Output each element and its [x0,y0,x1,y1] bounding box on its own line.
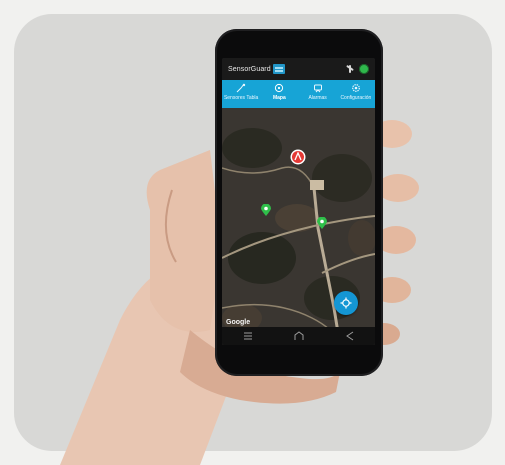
phone-screen: SensorGuard Sensores Tabla Mapa Alarmas … [222,58,375,345]
tab-label: Mapa [272,95,286,101]
antenna-icon [345,64,355,74]
tab-settings[interactable]: Configuración [337,80,375,108]
tab-label: Sensores Tabla [223,95,259,101]
sensor-marker[interactable] [317,217,327,230]
tab-bar: Sensores Tabla Mapa Alarmas Configuració… [222,80,375,108]
alarm-icon [313,84,322,93]
map-attribution: Google [226,319,251,326]
back-icon[interactable] [344,330,356,342]
tab-map[interactable]: Mapa [260,80,298,108]
settings-icon [351,84,360,92]
brand-name: SensorGuard [228,65,271,73]
home-icon[interactable] [293,330,305,342]
my-location-button[interactable] [334,291,358,315]
tab-label: Configuración [340,95,372,101]
sensor-marker[interactable] [261,204,271,217]
photo-stage: SensorGuard Sensores Tabla Mapa Alarmas … [0,0,505,465]
tab-sensors-table[interactable]: Sensores Tabla [222,80,260,108]
connection-status-icon[interactable] [359,64,369,74]
alert-marker[interactable] [290,149,306,165]
sensor-list-icon [236,83,246,93]
map-icon [275,83,284,93]
tab-label: Alarmas [308,95,327,101]
my-location-icon [340,297,352,309]
app-header: SensorGuard [222,58,375,80]
android-nav-bar [222,327,375,345]
header-status [345,64,369,74]
tab-alarms[interactable]: Alarmas [299,80,337,108]
brand-mark-icon [272,64,285,74]
recent-apps-icon[interactable] [242,330,254,342]
brand-logo: SensorGuard [228,64,285,74]
